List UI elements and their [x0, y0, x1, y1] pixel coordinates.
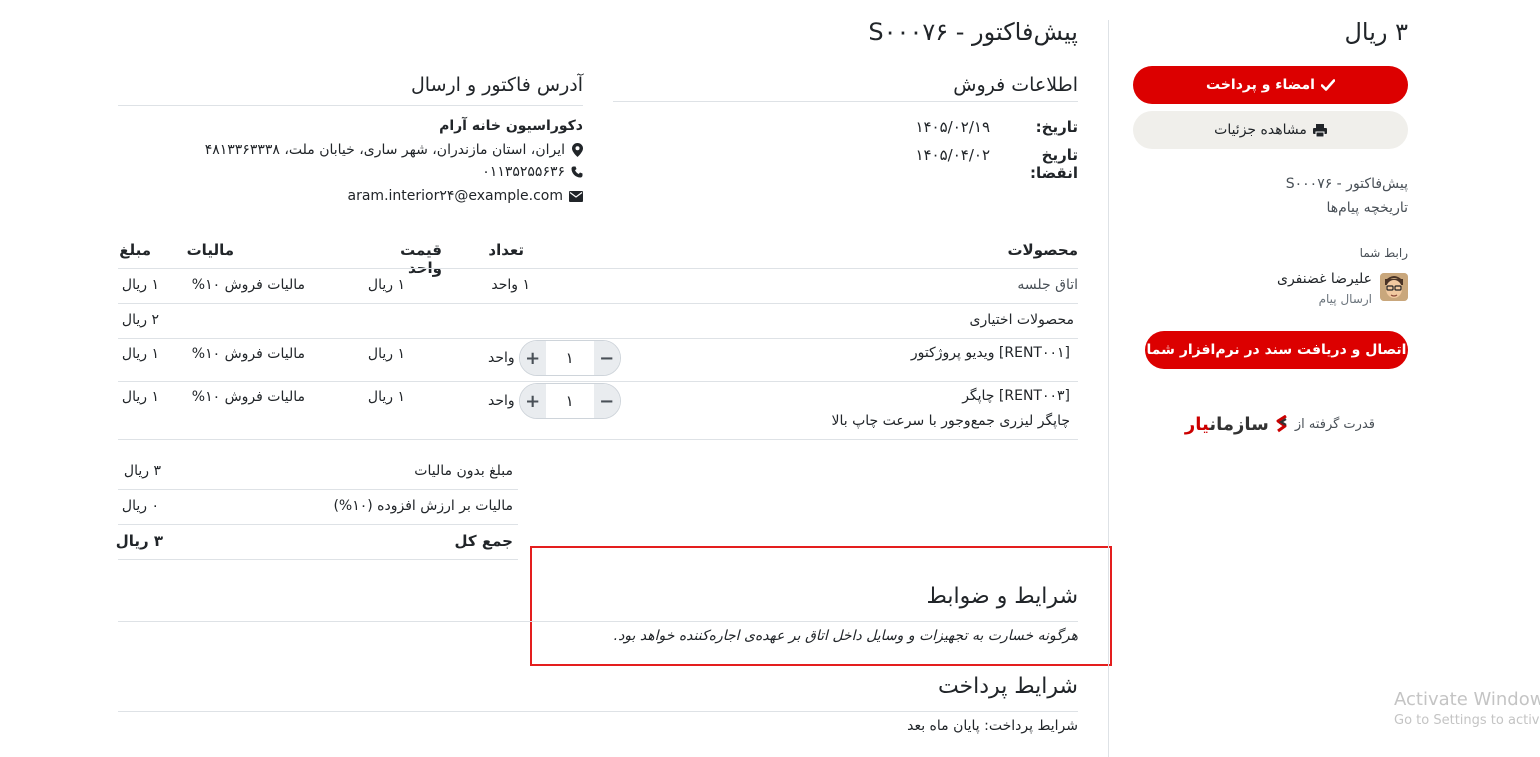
- col-amount-header: مبلغ: [119, 241, 151, 259]
- quantity-value: ۱ واحد: [491, 277, 530, 293]
- amount-value: ۱ ریال: [121, 277, 159, 293]
- increase-quantity-button[interactable]: +: [519, 341, 546, 375]
- unit-price-value: ۱ ریال: [367, 277, 405, 293]
- payment-terms-heading: شرایط پرداخت: [937, 674, 1078, 699]
- terms-divider: [118, 621, 1078, 622]
- product-description: چاپگر لیزری جمع‌وجور با سرعت چاپ بالا: [831, 413, 1070, 429]
- powered-by-text: قدرت گرفته از: [1294, 417, 1375, 432]
- date-value: ۱۴۰۵/۰۲/۱۹: [915, 118, 990, 136]
- vat-value: ۰ ریال: [121, 498, 159, 514]
- col-quantity-header: تعداد: [488, 241, 524, 259]
- table-header-divider: [118, 268, 1078, 269]
- page-title: پیش‌فاکتور - S۰۰۰۷۶: [868, 18, 1078, 46]
- customer-name: دکوراسیون خانه آرام: [439, 118, 583, 134]
- activate-windows-title: Activate Windows: [1394, 689, 1540, 710]
- terms-text: هرگونه خسارت به تجهیزات و وسایل داخل اتا…: [613, 628, 1078, 644]
- activate-windows-subtitle: Go to Settings to activate Windows.: [1394, 713, 1540, 728]
- quantity-input[interactable]: ۱: [546, 349, 594, 367]
- avatar: [1380, 273, 1408, 301]
- address-street: ایران، استان مازندران، شهر ساری، خیابان …: [204, 142, 565, 158]
- address-divider: [118, 105, 583, 106]
- unit-price-value: ۱ ریال: [367, 346, 405, 362]
- optional-products-label: محصولات اختیاری: [969, 312, 1074, 328]
- col-products-header: محصولات: [1007, 241, 1078, 259]
- row-divider: [118, 381, 1078, 382]
- view-details-label: مشاهده جزئیات: [1214, 122, 1307, 138]
- connect-app-label: اتصال و دریافت سند در نرم‌افزار شما: [1146, 342, 1407, 358]
- date-row: تاریخ: ۱۴۰۵/۰۲/۱۹: [818, 118, 1078, 136]
- quantity-control: واحد + ۱ −: [488, 340, 621, 376]
- document-link[interactable]: پیش‌فاکتور - S۰۰۰۷۶: [1148, 176, 1408, 192]
- contact-label: رابط شما: [1359, 246, 1408, 260]
- contact-name: علیرضا غضنفری: [1277, 271, 1372, 287]
- unit-label: واحد: [488, 350, 515, 366]
- email-address: aram.interior۲۴@example.com: [347, 188, 563, 204]
- col-taxes-header: مالیات: [186, 241, 234, 259]
- sale-info-divider: [613, 101, 1078, 102]
- amount-value: ۱ ریال: [121, 346, 159, 362]
- terms-heading: شرایط و ضوابط: [926, 584, 1078, 609]
- totals-divider: [118, 559, 518, 560]
- table-bottom-divider: [118, 439, 1078, 440]
- envelope-icon: [569, 190, 583, 202]
- phone-line: ۰۱۱۳۵۲۵۵۶۳۶: [123, 164, 583, 180]
- unit-price-value: ۱ ریال: [367, 389, 405, 405]
- totals-divider: [118, 489, 518, 490]
- view-details-button[interactable]: مشاهده جزئیات: [1133, 111, 1408, 149]
- row-divider: [118, 338, 1078, 339]
- send-message-link[interactable]: ارسال پیام: [1172, 292, 1372, 306]
- message-history-link[interactable]: تاریخچه پیام‌ها: [1148, 200, 1408, 216]
- product-name: [RENT۰۰۳] چاپگر: [962, 388, 1070, 404]
- brand-logo-icon: [1275, 414, 1289, 435]
- amount-value: ۱ ریال: [121, 389, 159, 405]
- expiry-value: ۱۴۰۵/۰۴/۰۲: [915, 146, 990, 164]
- optional-products-amount: ۲ ریال: [121, 312, 159, 328]
- sidebar-amount: ۳ ریال: [1344, 18, 1408, 46]
- expiry-row: تاریخ انقضا: ۱۴۰۵/۰۴/۰۲: [818, 146, 1078, 182]
- product-name: اتاق جلسه: [1017, 277, 1078, 293]
- powered-by: قدرت گرفته از سازمانیار: [1175, 414, 1375, 435]
- vat-label: مالیات بر ارزش افزوده (۱۰%): [333, 498, 513, 514]
- date-label: تاریخ:: [1035, 118, 1078, 136]
- sign-and-pay-label: امضاء و پرداخت: [1206, 77, 1315, 93]
- untaxed-value: ۳ ریال: [123, 463, 161, 479]
- decrease-quantity-button[interactable]: −: [593, 341, 620, 375]
- email-line: aram.interior۲۴@example.com: [123, 188, 583, 204]
- payment-terms-text: شرایط پرداخت: پایان ماه بعد: [907, 718, 1078, 734]
- brand-logo: سازمانیار: [1185, 414, 1269, 435]
- tax-value: مالیات فروش ۱۰%: [191, 277, 305, 293]
- product-name: [RENT۰۰۱] ویدیو پروژکتور: [910, 345, 1070, 361]
- address-line: ایران، استان مازندران، شهر ساری، خیابان …: [123, 142, 583, 158]
- phone-icon: [571, 166, 583, 178]
- quantity-input[interactable]: ۱: [546, 392, 594, 410]
- quantity-stepper: + ۱ −: [518, 383, 621, 419]
- total-value: ۳ ریال: [115, 532, 163, 550]
- tax-value: مالیات فروش ۱۰%: [191, 346, 305, 362]
- col-unit-price-header: قیمت واحد: [400, 241, 442, 277]
- unit-label: واحد: [488, 393, 515, 409]
- address-heading: آدرس فاکتور و ارسال: [410, 74, 583, 96]
- payment-terms-divider: [118, 711, 1078, 712]
- row-divider: [118, 303, 1078, 304]
- tax-value: مالیات فروش ۱۰%: [191, 389, 305, 405]
- total-label: جمع کل: [454, 532, 513, 550]
- decrease-quantity-button[interactable]: −: [593, 384, 620, 418]
- totals-divider: [118, 524, 518, 525]
- printer-icon: [1312, 123, 1327, 137]
- expiry-label: تاریخ انقضا:: [1030, 146, 1078, 182]
- quantity-control: واحد + ۱ −: [488, 383, 621, 419]
- sale-info-heading: اطلاعات فروش: [953, 74, 1078, 96]
- untaxed-label: مبلغ بدون مالیات: [414, 463, 513, 479]
- brand-name-part2: یار: [1184, 414, 1210, 435]
- brand-name-part1: سازمان: [1209, 414, 1269, 435]
- increase-quantity-button[interactable]: +: [519, 384, 546, 418]
- check-icon: [1321, 79, 1335, 91]
- sidebar-separator: [1108, 20, 1109, 757]
- map-marker-icon: [571, 143, 583, 157]
- connect-app-button[interactable]: اتصال و دریافت سند در نرم‌افزار شما: [1145, 331, 1408, 369]
- sign-and-pay-button[interactable]: امضاء و پرداخت: [1133, 66, 1408, 104]
- phone-number: ۰۱۱۳۵۲۵۵۶۳۶: [482, 164, 565, 180]
- quantity-stepper: + ۱ −: [518, 340, 621, 376]
